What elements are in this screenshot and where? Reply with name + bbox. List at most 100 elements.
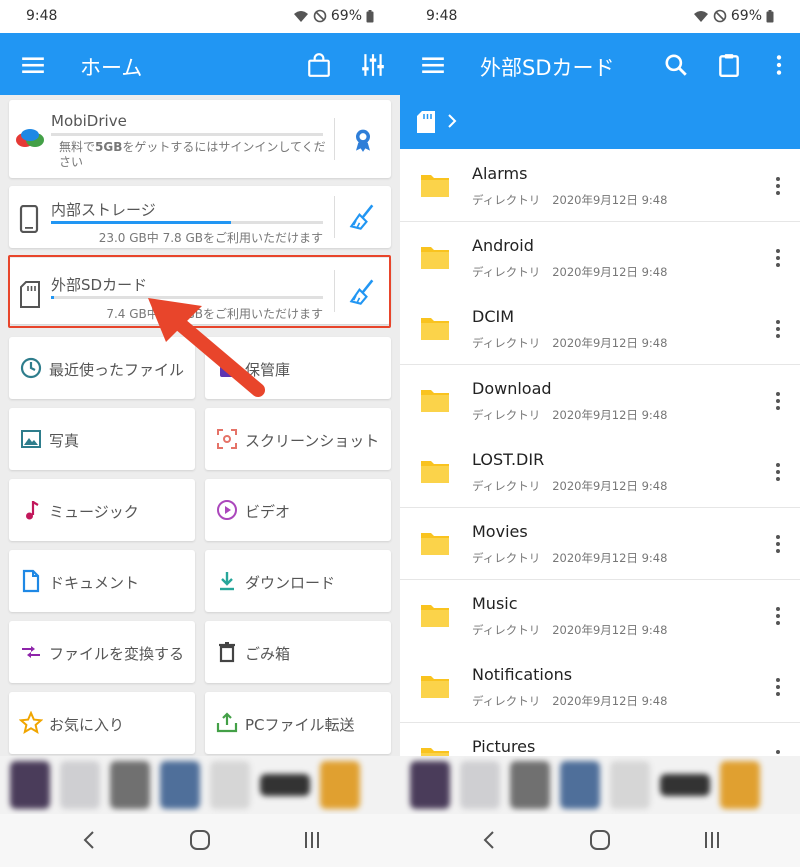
more-vert-icon[interactable] bbox=[774, 391, 782, 411]
more-vert-icon[interactable] bbox=[774, 176, 782, 196]
status-bar: 9:48 69% bbox=[400, 0, 800, 33]
ad-banner[interactable] bbox=[0, 756, 400, 814]
battery-icon bbox=[766, 9, 774, 22]
app-bar: ホーム bbox=[0, 33, 400, 95]
card-divider bbox=[334, 196, 335, 238]
system-nav-bar bbox=[0, 814, 400, 867]
battery-icon bbox=[366, 9, 374, 22]
folder-row[interactable]: Notifications ディレクトリ 2020年9月12日 9:48 bbox=[400, 651, 800, 724]
folder-name: LOST.DIR bbox=[472, 450, 545, 470]
folder-type: ディレクトリ bbox=[472, 551, 541, 565]
folder-row[interactable]: LOST.DIR ディレクトリ 2020年9月12日 9:48 bbox=[400, 436, 800, 509]
category-tile[interactable]: 写真 bbox=[9, 408, 195, 470]
folder-icon bbox=[421, 246, 449, 269]
folder-row[interactable]: Android ディレクトリ 2020年9月12日 9:48 bbox=[400, 221, 800, 294]
folder-row[interactable]: Alarms ディレクトリ 2020年9月12日 9:48 bbox=[400, 150, 800, 222]
folder-meta: ディレクトリ 2020年9月12日 9:48 bbox=[472, 550, 667, 566]
folder-row[interactable]: Movies ディレクトリ 2020年9月12日 9:48 bbox=[400, 508, 800, 580]
mobidrive-promo: 無料で5GBをゲットするにはサインインしてください bbox=[59, 140, 329, 170]
category-tile-label: ミュージック bbox=[49, 503, 139, 521]
annotation-arrow bbox=[148, 298, 265, 397]
phone-icon bbox=[19, 205, 39, 233]
category-tile-label: スクリーンショット bbox=[245, 432, 380, 450]
page-title: 外部SDカード bbox=[480, 56, 615, 80]
category-tile[interactable]: お気に入り bbox=[9, 692, 195, 754]
document-icon bbox=[22, 569, 40, 593]
folder-date: 2020年9月12日 9:48 bbox=[552, 407, 668, 422]
menu-icon[interactable] bbox=[420, 52, 446, 78]
folder-meta: ディレクトリ 2020年9月12日 9:48 bbox=[472, 335, 667, 351]
mobidrive-title: MobiDrive bbox=[51, 112, 127, 130]
page-title: ホーム bbox=[80, 56, 143, 80]
category-tile[interactable]: ドキュメント bbox=[9, 550, 195, 612]
menu-icon[interactable] bbox=[20, 52, 46, 78]
folder-name: Download bbox=[472, 378, 552, 398]
play-icon bbox=[217, 500, 237, 520]
category-tile-label: PCファイル転送 bbox=[245, 716, 355, 734]
category-tile[interactable]: ファイルを変換する bbox=[9, 621, 195, 683]
folder-date: 2020年9月12日 9:48 bbox=[552, 336, 668, 351]
internal-storage-bar bbox=[51, 221, 323, 224]
folder-name: Android bbox=[472, 235, 534, 255]
category-tile-label: 写真 bbox=[49, 432, 80, 450]
home-icon[interactable] bbox=[188, 828, 212, 852]
category-tile[interactable]: ごみ箱 bbox=[205, 621, 391, 683]
ad-banner[interactable] bbox=[400, 756, 800, 814]
category-tile-label: ごみ箱 bbox=[245, 645, 291, 663]
status-time: 9:48 bbox=[26, 8, 58, 24]
folder-icon bbox=[421, 175, 449, 197]
clipboard-icon[interactable] bbox=[716, 52, 742, 78]
system-nav-bar bbox=[400, 814, 800, 867]
folder-date: 2020年9月12日 9:48 bbox=[552, 694, 668, 709]
internal-storage-fill bbox=[51, 221, 231, 224]
internal-storage-summary: 23.0 GB中 7.8 GBをご利用いただけます bbox=[98, 231, 323, 245]
search-icon[interactable] bbox=[663, 52, 689, 78]
status-time: 9:48 bbox=[426, 8, 458, 24]
category-tile-label: ダウンロード bbox=[245, 574, 336, 592]
category-tile[interactable]: スクリーンショット bbox=[205, 408, 391, 470]
more-vert-icon[interactable] bbox=[774, 319, 782, 339]
folder-row[interactable]: Music ディレクトリ 2020年9月12日 9:48 bbox=[400, 579, 800, 652]
mobidrive-card[interactable]: MobiDrive 無料で5GBをゲットするにはサインインしてください bbox=[9, 100, 391, 178]
folder-row[interactable]: Download ディレクトリ 2020年9月12日 9:48 bbox=[400, 364, 800, 437]
folder-row[interactable]: DCIM ディレクトリ 2020年9月12日 9:48 bbox=[400, 293, 800, 366]
folder-name: Notifications bbox=[472, 665, 573, 685]
more-vert-icon[interactable] bbox=[774, 248, 782, 268]
folder-name: Music bbox=[472, 593, 518, 613]
more-vert-icon[interactable] bbox=[766, 52, 792, 78]
app-bar: 外部SDカード bbox=[400, 33, 800, 95]
pc-transfer-icon bbox=[216, 712, 238, 733]
internal-storage-card[interactable]: 内部ストレージ 23.0 GB中 7.8 GBをご利用いただけます bbox=[9, 186, 391, 248]
more-vert-icon[interactable] bbox=[774, 606, 782, 626]
mobidrive-promo-prefix: 無料で bbox=[59, 140, 96, 154]
category-tile[interactable]: ミュージック bbox=[9, 479, 195, 541]
mobidrive-divider bbox=[51, 133, 323, 136]
category-tile[interactable]: ダウンロード bbox=[205, 550, 391, 612]
cleaner-broom-icon[interactable] bbox=[349, 203, 377, 231]
wifi-icon bbox=[293, 11, 308, 22]
recents-icon[interactable] bbox=[700, 828, 724, 852]
back-icon[interactable] bbox=[78, 828, 102, 852]
settings-sliders-icon[interactable] bbox=[360, 52, 386, 78]
back-icon[interactable] bbox=[478, 828, 502, 852]
recents-icon[interactable] bbox=[300, 828, 324, 852]
category-tile[interactable]: ビデオ bbox=[205, 479, 391, 541]
premium-badge-icon[interactable] bbox=[349, 125, 377, 153]
more-vert-icon[interactable] bbox=[774, 677, 782, 697]
folder-icon bbox=[421, 389, 449, 412]
mobidrive-promo-amount: 5GB bbox=[95, 140, 123, 154]
folder-date: 2020年9月12日 9:48 bbox=[552, 264, 668, 279]
folder-type: ディレクトリ bbox=[472, 264, 541, 279]
card-divider bbox=[334, 118, 335, 160]
category-tile[interactable]: PCファイル転送 bbox=[205, 692, 391, 754]
more-vert-icon[interactable] bbox=[774, 462, 782, 482]
internal-storage-title: 内部ストレージ bbox=[51, 201, 156, 219]
store-bag-icon[interactable] bbox=[306, 52, 332, 78]
sdcard-icon[interactable] bbox=[416, 110, 436, 134]
folder-date: 2020年9月12日 9:48 bbox=[552, 551, 668, 565]
home-screen: 9:48 69% ホーム MobiDrive 無料で5GBをゲットするにはサイン… bbox=[0, 0, 400, 867]
more-vert-icon[interactable] bbox=[774, 534, 782, 554]
home-icon[interactable] bbox=[588, 828, 612, 852]
folder-date: 2020年9月12日 9:48 bbox=[552, 193, 668, 207]
folder-meta: ディレクトリ 2020年9月12日 9:48 bbox=[472, 693, 667, 709]
